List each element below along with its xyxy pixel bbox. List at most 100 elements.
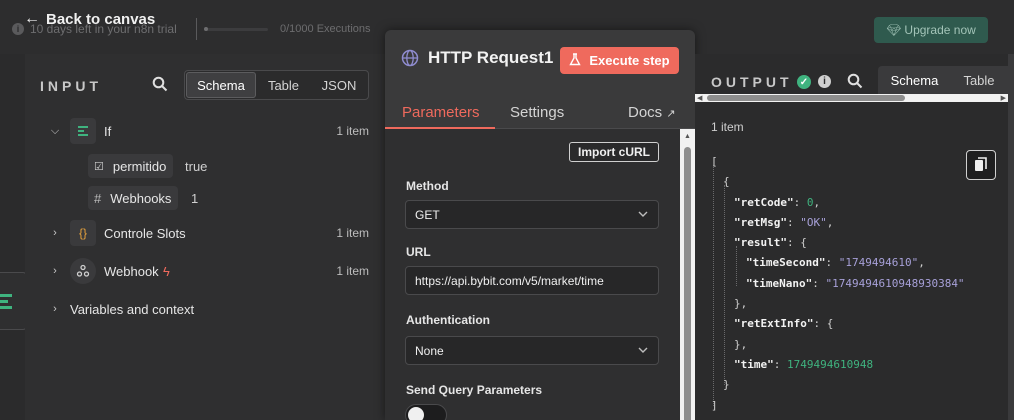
json-output: [ { "retCode": 0, "retMsg": "OK", "resul… (711, 152, 965, 416)
progress-dot (204, 27, 208, 31)
node-label: Webhook (104, 263, 159, 279)
item-count: 1 item (336, 124, 369, 138)
field-value: 1 (191, 191, 199, 206)
tab-table[interactable]: Table (951, 66, 1007, 94)
field-name: Webhooks (110, 190, 172, 206)
json-line: } (723, 378, 730, 392)
method-select[interactable]: GET (405, 200, 659, 229)
docs-label: Docs (628, 104, 663, 121)
execute-step-button[interactable]: Execute step (560, 47, 679, 74)
if-node-icon (70, 118, 96, 144)
diamond-icon: 💎︎ (886, 23, 902, 37)
chevron-down-icon (638, 347, 648, 353)
method-value: GET (415, 207, 440, 222)
schema-field-permitido[interactable]: ☑ permitido (88, 154, 174, 178)
tab-docs[interactable]: Docs ↗ (628, 104, 676, 121)
tree-variables-context[interactable]: › Variables and context (25, 296, 385, 322)
copy-icon (975, 157, 987, 171)
lightning-icon: ϟ (163, 263, 170, 279)
globe-icon (401, 49, 419, 67)
json-line: "retCode": 0, (734, 195, 821, 209)
json-line: "result": { (734, 236, 807, 250)
http-request-panel: HTTP Request1 Execute step Parameters Se… (385, 30, 695, 420)
input-view-tabs: Schema Table JSON (184, 70, 369, 100)
tab-settings[interactable]: Settings (510, 104, 564, 121)
success-check-icon: ✓ (797, 75, 811, 89)
item-count: 1 item (336, 264, 369, 278)
scrollbar-thumb[interactable] (707, 95, 905, 101)
field-value: true (185, 159, 208, 174)
input-title: INPUT (40, 78, 102, 94)
tab-table[interactable]: Table (256, 72, 311, 98)
info-icon: i (12, 23, 24, 35)
json-line: }, (734, 337, 748, 351)
variables-label: Variables and context (70, 301, 195, 317)
info-icon[interactable]: i (818, 75, 831, 88)
http-tabs: Parameters Settings Docs ↗ (385, 102, 695, 129)
tab-schema[interactable]: Schema (186, 72, 256, 98)
webhook-icon (70, 258, 96, 284)
if-node-icon (0, 294, 12, 309)
external-link-icon: ↗ (666, 108, 676, 120)
input-panel: INPUT Schema Table JSON ⌵ If 1 item ☑ pe… (25, 54, 385, 420)
authentication-select[interactable]: None (405, 336, 659, 365)
hash-icon: # (94, 190, 102, 206)
upgrade-label: Upgrade now (904, 23, 976, 37)
code-braces-icon: {} (70, 220, 96, 246)
search-icon[interactable] (847, 73, 863, 89)
chevron-right-icon[interactable]: › (49, 265, 61, 277)
chevron-right-icon[interactable]: › (49, 227, 61, 239)
output-title: OUTPUT (711, 74, 793, 90)
authentication-label: Authentication (406, 313, 490, 327)
scroll-right-icon[interactable]: ▶ (1001, 94, 1006, 102)
node-title[interactable]: HTTP Request1 (428, 48, 553, 68)
parameters-body: Import cURL Method GET URL https://api.b… (385, 129, 680, 420)
import-curl-button[interactable]: Import cURL (569, 142, 659, 162)
chevron-right-icon[interactable]: › (49, 303, 61, 315)
send-query-label: Send Query Parameters (406, 383, 543, 397)
method-label: Method (406, 179, 449, 193)
scrollbar-thumb[interactable] (684, 147, 691, 420)
json-line: "retExtInfo": { (734, 317, 834, 331)
canvas-node-handle[interactable] (0, 272, 27, 330)
send-query-toggle[interactable] (405, 404, 447, 420)
search-icon[interactable] (152, 76, 168, 92)
copy-button[interactable] (966, 150, 996, 180)
node-label: Controle Slots (104, 225, 186, 241)
tree-node-if[interactable]: ⌵ If 1 item (25, 118, 385, 144)
divider (196, 18, 197, 40)
tree-node-webhook[interactable]: › Webhook ϟ 1 item (25, 258, 385, 284)
vertical-scrollbar[interactable]: ▲ (680, 129, 695, 420)
json-line: "timeNano": "1749494610948930384" (746, 276, 965, 290)
chevron-down-icon (638, 211, 648, 217)
executions-progress (204, 27, 268, 31)
tab-schema[interactable]: Schema (878, 66, 951, 94)
json-line: "retMsg": "OK", (734, 215, 834, 229)
json-line: ] (711, 398, 718, 412)
auth-value: None (415, 343, 444, 358)
upgrade-button[interactable]: 💎︎ Upgrade now (874, 17, 988, 43)
horizontal-scrollbar[interactable]: ◀ ▶ (695, 94, 1008, 102)
toggle-knob (408, 407, 424, 420)
json-line: [ (711, 155, 718, 168)
tab-json[interactable]: JSON (311, 72, 367, 98)
item-count: 1 item (336, 226, 369, 240)
tree-node-controle-slots[interactable]: › {} Controle Slots 1 item (25, 220, 385, 246)
url-value: https://api.bybit.com/v5/market/time (415, 273, 604, 288)
arrow-left-icon: ← (24, 10, 40, 27)
back-to-canvas-link[interactable]: ← Back to canvas (24, 10, 155, 28)
json-line: { (723, 175, 730, 189)
tab-parameters[interactable]: Parameters (402, 104, 480, 121)
flask-icon (569, 52, 582, 69)
items-count: 1 item (711, 120, 744, 134)
checkbox-icon: ☑ (94, 160, 104, 173)
execute-label: Execute step (589, 53, 670, 68)
node-label: If (104, 123, 112, 139)
json-line: }, (734, 297, 748, 311)
chevron-down-icon[interactable]: ⌵ (49, 125, 61, 138)
url-input[interactable]: https://api.bybit.com/v5/market/time (405, 266, 659, 295)
back-label: Back to canvas (46, 10, 156, 28)
schema-field-webhooks[interactable]: # Webhooks (88, 186, 179, 210)
scroll-left-icon[interactable]: ◀ (697, 94, 702, 102)
scroll-up-icon[interactable]: ▲ (684, 133, 691, 140)
